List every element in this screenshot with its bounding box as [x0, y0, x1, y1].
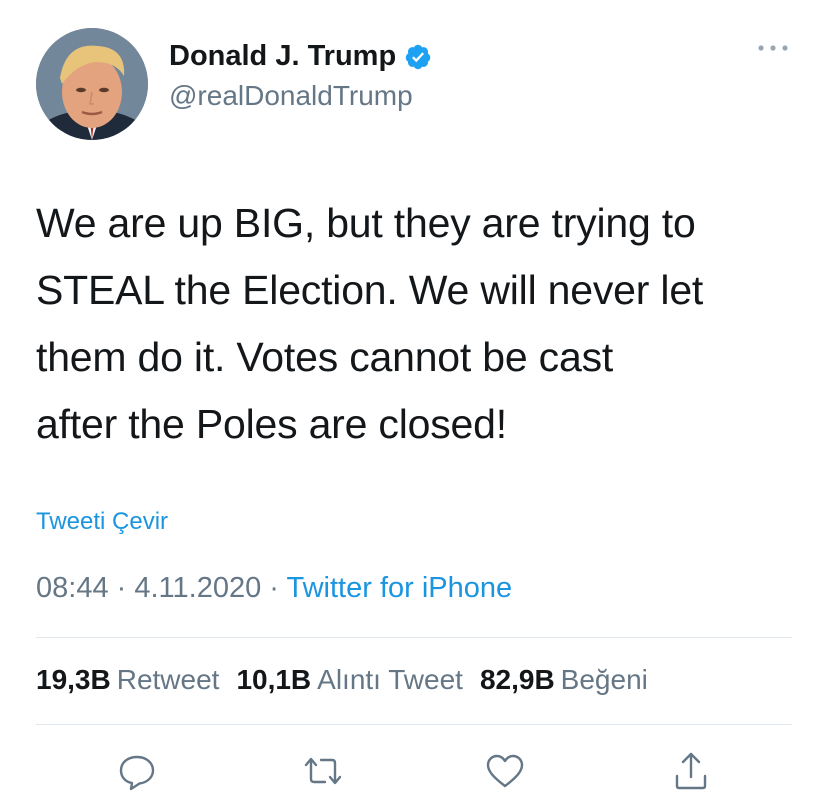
more-options-icon[interactable]: [755, 40, 791, 56]
tweet-meta: 08:44 · 4.11.2020 · Twitter for iPhone: [36, 572, 512, 605]
meta-separator: ·: [269, 572, 287, 604]
display-name[interactable]: Donald J. Trump: [169, 40, 396, 73]
retweet-icon[interactable]: [298, 746, 348, 796]
likes-stat[interactable]: 82,9B Beğeni: [480, 664, 648, 696]
action-bar: [0, 746, 828, 796]
tweet-date: 4.11.2020: [134, 572, 262, 604]
tweet-text-line: them do it. Votes cannot be cast: [36, 334, 614, 380]
quote-count: 10,1B: [236, 664, 312, 695]
quote-label: Alıntı Tweet: [317, 664, 463, 695]
quote-tweets-stat[interactable]: 10,1B Alıntı Tweet: [236, 664, 463, 696]
share-icon[interactable]: [666, 746, 716, 796]
like-icon[interactable]: [480, 746, 530, 796]
tweet-text-line: We are up BIG, but they are trying to: [36, 200, 696, 246]
retweet-label: Retweet: [116, 664, 220, 695]
avatar[interactable]: [36, 28, 148, 140]
author-name-row[interactable]: Donald J. Trump: [169, 40, 432, 73]
tweet-text-line: after the Poles are closed!: [36, 401, 507, 447]
retweet-count: 19,3B: [36, 664, 111, 695]
translate-tweet-link[interactable]: Tweeti Çevir: [36, 508, 168, 536]
tweet-source-link[interactable]: Twitter for iPhone: [287, 572, 513, 604]
tweet-text-line: STEAL the Election. We will never let: [36, 267, 704, 313]
divider: [36, 637, 792, 638]
divider: [36, 724, 792, 725]
like-count: 82,9B: [479, 664, 555, 695]
meta-separator: ·: [116, 572, 135, 604]
tweet-stats: 19,3B Retweet 10,1B Alıntı Tweet 82,9B Beğe…: [36, 664, 665, 696]
tweet-text: We are up BIG, but they are trying to ST…: [36, 190, 796, 458]
avatar-image: [36, 28, 148, 140]
verified-badge-icon: [405, 44, 431, 69]
retweets-stat[interactable]: 19,3B Retweet: [36, 664, 219, 696]
like-label: Beğeni: [560, 664, 648, 695]
reply-icon[interactable]: [112, 746, 162, 796]
author-handle[interactable]: @realDonaldTrump: [169, 80, 413, 112]
tweet-time: 08:44: [36, 572, 109, 604]
